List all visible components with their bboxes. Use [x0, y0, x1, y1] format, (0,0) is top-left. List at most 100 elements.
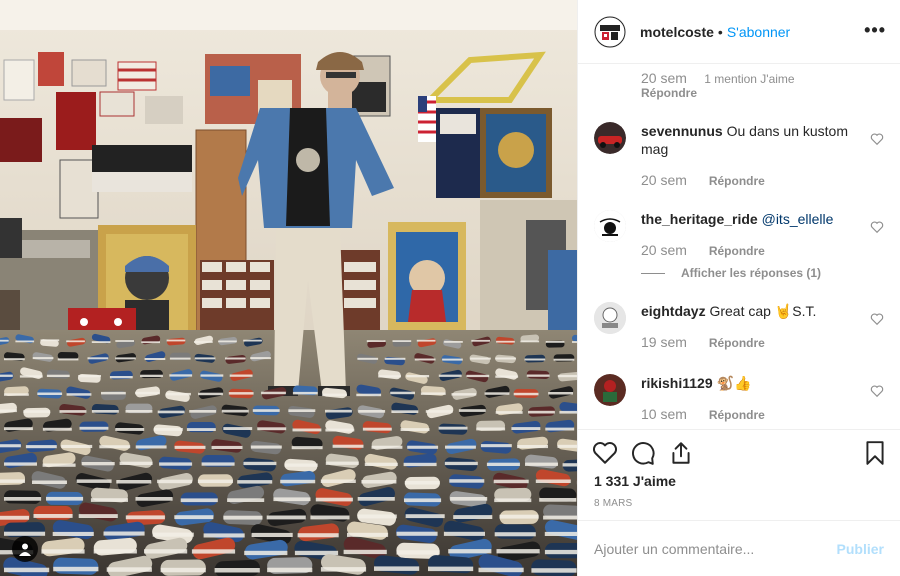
sneaker-sole	[371, 445, 403, 449]
sneaker-sole	[41, 549, 85, 554]
reply-button[interactable]: Répondre	[709, 336, 765, 350]
user-tag-icon[interactable]	[12, 536, 38, 562]
sneaker-sole	[297, 533, 339, 538]
comment-username[interactable]: rikishi1129	[641, 375, 713, 391]
sneaker-sole	[201, 462, 235, 466]
sneaker-sole	[135, 445, 167, 449]
post-date: 8 MARS	[594, 498, 633, 509]
red-car-avatar[interactable]	[594, 122, 626, 154]
sneaker-sole	[203, 533, 245, 538]
publish-button[interactable]: Publier	[837, 541, 884, 557]
reply-button[interactable]: Répondre	[709, 174, 765, 188]
comment-username[interactable]: eightdayz	[641, 303, 706, 319]
sneaker-sole	[37, 392, 63, 395]
sneaker-sole	[356, 393, 382, 397]
comment-input[interactable]	[594, 540, 837, 557]
sneaker-sole	[343, 549, 387, 555]
sneaker-sole	[229, 374, 253, 377]
sneaker-sole	[406, 375, 430, 378]
sneaker-sole	[78, 375, 101, 378]
sneaker-sole	[470, 357, 491, 360]
sneaker-sole	[284, 463, 318, 467]
sneaker-sole	[101, 391, 126, 395]
sneaker-sole	[384, 357, 406, 360]
sneaker-sole	[78, 514, 118, 518]
sneaker-sole	[391, 410, 419, 413]
sneaker-sole	[480, 444, 512, 448]
sneaker-sole	[53, 566, 99, 572]
likes-count[interactable]: 1 331 J'aime	[594, 473, 676, 489]
sneaker-sole	[322, 393, 347, 397]
comment-mention-link[interactable]: @its_ellelle	[762, 211, 834, 227]
sneaker-sole	[191, 549, 236, 554]
sneaker-sole	[32, 480, 67, 484]
comment-fragment: 20 sem 1 mention J'aime	[641, 70, 795, 86]
sneaker-sole	[223, 427, 253, 430]
motelcoste-logo-avatar[interactable]	[594, 15, 626, 48]
reply-button[interactable]: Répondre	[709, 244, 765, 258]
sneaker-sole	[493, 479, 529, 484]
sneaker-sole	[525, 462, 558, 466]
sneaker-sole	[557, 444, 577, 448]
comment-time: 20 sem	[641, 242, 687, 258]
sneaker	[214, 559, 261, 576]
sneaker-sole	[520, 340, 540, 343]
sneaker-sole	[157, 479, 193, 484]
sneaker-sole	[91, 341, 111, 343]
comment-username[interactable]: sevennunus	[641, 123, 723, 139]
sneaker-sole	[347, 532, 389, 537]
sneaker-sole	[425, 410, 453, 413]
comment-like-heart-icon[interactable]	[870, 312, 884, 326]
sneaker-sole	[374, 566, 420, 571]
heritage-ride-logo-avatar[interactable]	[594, 210, 626, 242]
post-author-username[interactable]: motelcoste	[640, 24, 714, 40]
sneaker-sole	[25, 445, 57, 449]
sneaker-sole	[378, 375, 401, 378]
sneaker-sole	[325, 409, 352, 413]
sneaker-sole	[225, 357, 246, 360]
sneaker-sole	[405, 514, 445, 519]
bookmark-icon[interactable]	[862, 440, 888, 466]
sneaker-sole	[396, 550, 440, 555]
eightdayz-logo-avatar[interactable]	[594, 302, 626, 334]
sneaker-sole	[66, 393, 92, 396]
sneaker-sole	[280, 479, 316, 484]
comment-like-heart-icon[interactable]	[870, 132, 884, 146]
comment-like-heart-icon[interactable]	[870, 384, 884, 398]
comment-icon[interactable]	[630, 440, 656, 466]
sneaker-sole	[250, 357, 271, 360]
view-replies-button[interactable]: Afficher les réponses (1)	[641, 266, 821, 280]
comment-username[interactable]: the_heritage_ride	[641, 211, 758, 227]
follow-button[interactable]: S'abonner	[727, 24, 790, 40]
comment-likes-count[interactable]: 1 mention J'aime	[704, 72, 794, 86]
sneaker-sole	[194, 357, 216, 360]
share-icon[interactable]	[668, 440, 694, 466]
sneaker-sole	[42, 427, 72, 431]
sneaker-sole	[559, 410, 577, 414]
post-sidebar: motelcoste • S'abonner ••• 20 sem 1 ment…	[577, 0, 900, 576]
sneaker-sole	[135, 391, 160, 395]
sneaker-sole	[243, 339, 262, 342]
sneaker	[91, 403, 119, 415]
sneaker-sole	[291, 446, 323, 450]
sneaker-sole	[404, 481, 440, 485]
rikishi-avatar[interactable]	[594, 374, 626, 406]
sneaker-sole	[444, 341, 463, 343]
comment-like-heart-icon[interactable]	[870, 220, 884, 234]
sneaker-sole	[261, 391, 286, 395]
heart-icon[interactable]	[592, 440, 618, 466]
reply-button[interactable]: Répondre	[709, 408, 765, 422]
sneaker-sole	[471, 339, 490, 342]
sneaker-sole	[444, 461, 478, 466]
more-options-icon[interactable]: •••	[864, 20, 886, 41]
comment-text: Great cap 🤘S.T.	[709, 303, 817, 319]
sneaker-sole	[4, 358, 25, 361]
reply-button[interactable]: Répondre	[641, 86, 697, 100]
sneaker-sole	[528, 410, 555, 414]
sneaker-sole	[214, 568, 260, 573]
sneaker-sole	[292, 391, 318, 395]
sneaker-sole	[257, 427, 287, 431]
sneaker-sole	[99, 445, 131, 449]
post-photo[interactable]	[0, 0, 577, 576]
comment-meta: 10 sem Répondre	[641, 406, 765, 422]
